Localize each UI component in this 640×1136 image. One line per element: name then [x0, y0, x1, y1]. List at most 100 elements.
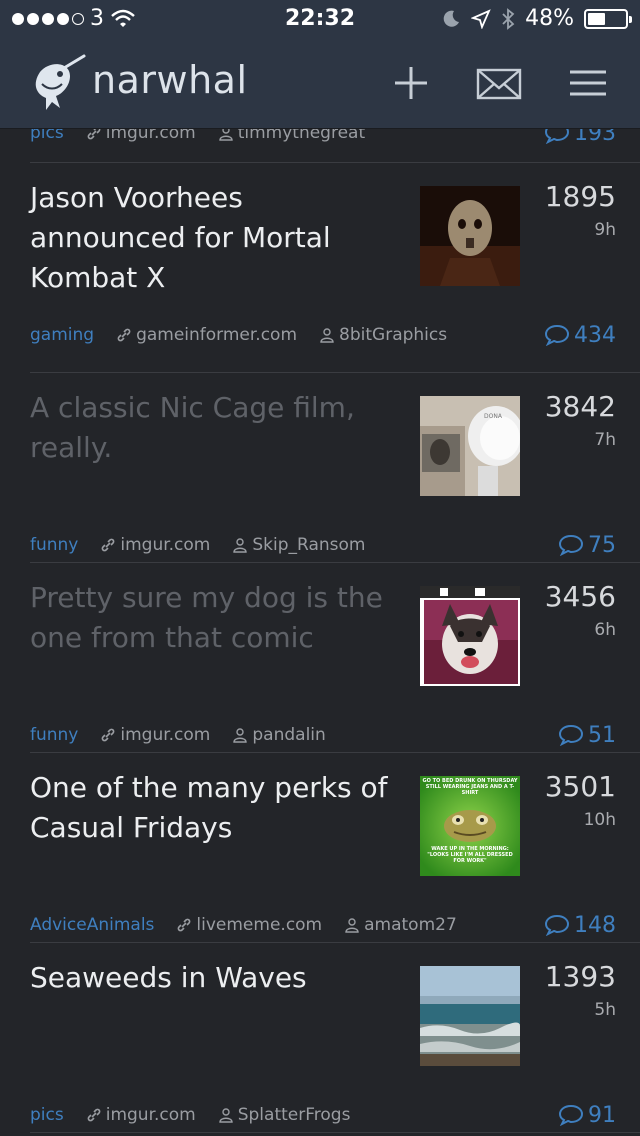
narwhal-logo[interactable]	[30, 54, 86, 114]
subreddit-link[interactable]: funny	[30, 535, 78, 555]
author-link[interactable]: 8bitGraphics	[319, 325, 447, 345]
domain-label: gameinformer.com	[136, 325, 298, 345]
comment-icon	[544, 914, 570, 936]
post-title[interactable]: One of the many perks of Casual Fridays	[30, 768, 400, 848]
post-thumbnail[interactable]: DONA	[420, 396, 520, 496]
domain-link[interactable]: imgur.com	[100, 535, 210, 555]
comment-count: 91	[588, 1102, 616, 1128]
feed: pics imgur.com timmythegreat 193 Jason V…	[0, 0, 640, 1136]
link-icon	[102, 538, 115, 552]
author-label: amatom27	[364, 915, 457, 935]
post-meta: gaming gameinformer.com 8bitGraphics 434	[30, 322, 616, 348]
author-link[interactable]: Skip_Ransom	[232, 535, 365, 555]
divider	[30, 942, 640, 943]
new-post-button[interactable]	[388, 60, 434, 106]
comment-icon	[558, 534, 584, 556]
post-thumbnail[interactable]	[420, 586, 520, 686]
comments-button[interactable]: 434	[544, 323, 616, 348]
battery-icon	[584, 8, 632, 29]
divider	[30, 162, 640, 163]
subreddit-link[interactable]: pics	[30, 1105, 64, 1125]
post-score: 3842	[544, 390, 616, 423]
comment-icon	[558, 724, 584, 746]
user-icon	[233, 728, 248, 743]
subreddit-link[interactable]: gaming	[30, 325, 94, 345]
user-icon	[233, 538, 248, 553]
comment-count: 51	[588, 722, 616, 748]
post-score: 1895	[544, 180, 616, 213]
link-icon	[102, 728, 115, 742]
post-age: 9h	[594, 220, 616, 240]
post-thumbnail[interactable]	[420, 186, 520, 286]
app-title: narwhal	[92, 58, 248, 102]
author-link[interactable]: pandalin	[232, 725, 326, 745]
link-icon	[178, 918, 191, 932]
comments-button[interactable]: 91	[558, 1103, 616, 1128]
domain-link[interactable]: imgur.com	[86, 1105, 196, 1125]
bluetooth-icon	[502, 7, 515, 30]
battery-percent: 48%	[525, 6, 574, 31]
domain-link[interactable]: imgur.com	[100, 725, 210, 745]
post-score: 3456	[544, 580, 616, 613]
comments-button[interactable]: 51	[558, 723, 616, 748]
link-icon	[117, 328, 131, 342]
comments-button[interactable]: 75	[558, 533, 616, 558]
user-icon	[345, 918, 359, 933]
author-link[interactable]: amatom27	[344, 915, 457, 935]
subreddit-link[interactable]: AdviceAnimals	[30, 915, 154, 935]
post-title[interactable]: Pretty sure my dog is the one from that …	[30, 578, 400, 658]
post-title[interactable]: A classic Nic Cage film, really.	[30, 388, 400, 468]
post-title[interactable]: Seaweeds in Waves	[30, 958, 400, 998]
svg-text:DONA: DONA	[484, 413, 503, 420]
domain-label: imgur.com	[120, 725, 211, 745]
status-bar: 3 22:32 48%	[0, 0, 640, 40]
post-item[interactable]: Seaweeds in Waves 1393 5h pics imgur.com	[0, 944, 640, 1134]
post-item[interactable]: A classic Nic Cage film, really. DONA 38…	[0, 374, 640, 564]
author-link[interactable]: SplatterFrogs	[218, 1105, 351, 1125]
comment-count: 148	[574, 912, 616, 938]
post-meta: funny imgur.com Skip_Ransom 75	[30, 532, 616, 558]
divider	[30, 372, 640, 373]
menu-button[interactable]	[566, 60, 612, 106]
user-icon	[320, 328, 334, 343]
divider	[30, 562, 640, 563]
author-label: SplatterFrogs	[237, 1105, 351, 1125]
post-age: 5h	[594, 1000, 616, 1020]
post-score: 1393	[544, 960, 616, 993]
mail-icon	[476, 68, 522, 100]
domain-link[interactable]: gameinformer.com	[116, 325, 297, 345]
comment-icon	[544, 324, 570, 346]
post-item[interactable]: One of the many perks of Casual Fridays	[0, 754, 640, 944]
post-item[interactable]: Pretty sure my dog is the one from that …	[0, 564, 640, 754]
post-meta: pics imgur.com SplatterFrogs 91	[30, 1102, 616, 1128]
menu-icon	[570, 70, 606, 96]
subreddit-link[interactable]: funny	[30, 725, 78, 745]
comment-count: 434	[574, 322, 616, 348]
user-icon	[219, 1108, 233, 1123]
meme-top-text: GO TO BED DRUNK ON THURSDAY STILL WEARIN…	[422, 778, 518, 796]
post-thumbnail[interactable]: GO TO BED DRUNK ON THURSDAY STILL WEARIN…	[420, 776, 520, 876]
post-age: 7h	[594, 430, 616, 450]
domain-label: imgur.com	[105, 1105, 196, 1125]
comment-icon	[558, 1104, 584, 1126]
author-label: Skip_Ransom	[252, 535, 366, 555]
post-age: 6h	[594, 620, 616, 640]
author-label: 8bitGraphics	[339, 325, 448, 345]
comments-button[interactable]: 148	[544, 913, 616, 938]
post-title[interactable]: Jason Voorhees announced for Mortal Komb…	[30, 178, 400, 298]
domain-label: imgur.com	[120, 535, 211, 555]
top-bar: 3 22:32 48% narwhal	[0, 0, 640, 128]
meme-bottom-text: WAKE UP IN THE MORNING: "LOOKS LIKE I'M …	[427, 846, 513, 864]
app-header: narwhal	[0, 40, 640, 128]
post-thumbnail[interactable]	[420, 966, 520, 1066]
divider	[30, 1132, 640, 1133]
inbox-button[interactable]	[476, 60, 522, 106]
comment-count: 75	[588, 532, 616, 558]
moon-icon	[443, 10, 460, 27]
plus-icon	[395, 67, 427, 99]
location-icon	[471, 8, 491, 29]
domain-link[interactable]: livememe.com	[176, 915, 322, 935]
post-item[interactable]: Jason Voorhees announced for Mortal Komb…	[0, 164, 640, 354]
post-meta: AdviceAnimals livememe.com amatom27 148	[30, 912, 616, 938]
post-score: 3501	[544, 770, 616, 803]
